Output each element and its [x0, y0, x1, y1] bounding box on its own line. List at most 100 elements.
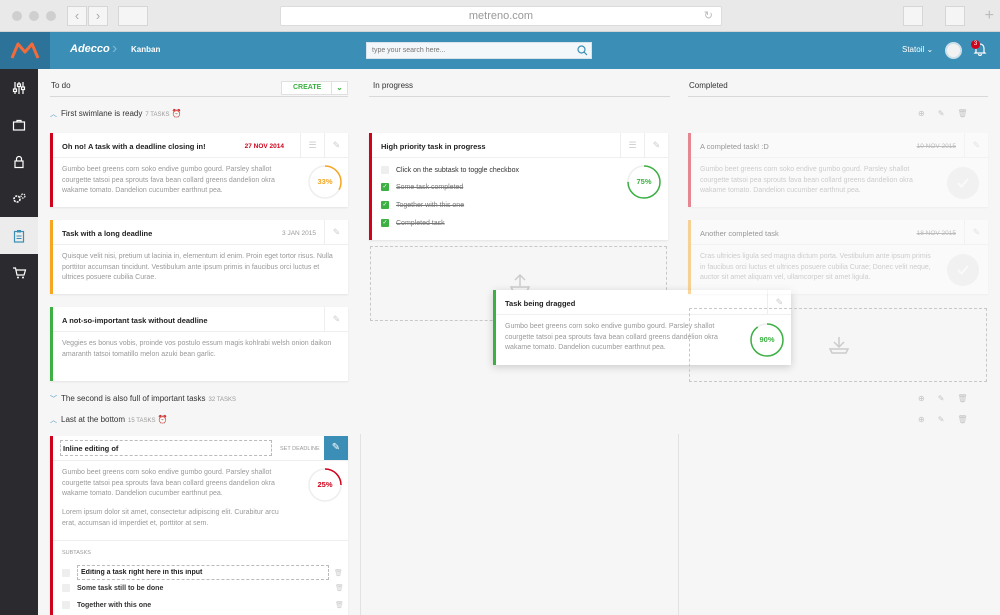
sidebar-item-security[interactable]: [0, 143, 38, 180]
create-button[interactable]: CREATE ⌄: [281, 81, 348, 95]
swimlane-header[interactable]: ﹀ The second is also full of important ta…: [50, 394, 236, 404]
pencil-icon[interactable]: ✎: [324, 220, 348, 244]
subtask-item[interactable]: Click on the subtask to toggle checkbox: [381, 166, 519, 174]
drop-zone[interactable]: [689, 308, 987, 382]
set-deadline-link[interactable]: SET DEADLINE: [280, 446, 320, 452]
divider: [691, 244, 988, 245]
subtask-label: Together with this one: [77, 601, 152, 609]
swimlane-tools: ⊕ ✎ 🗑: [918, 394, 968, 403]
sidebar-item-configuration[interactable]: [0, 180, 38, 217]
chevron-down-icon[interactable]: ﹀: [50, 394, 57, 404]
subtask-item[interactable]: ✓ Some task completed: [381, 183, 463, 191]
trash-icon[interactable]: 🗑: [335, 584, 344, 592]
trash-icon[interactable]: 🗑: [957, 415, 967, 424]
pencil-icon[interactable]: ✎: [644, 133, 668, 157]
column-separator: [678, 434, 679, 615]
subtask-label: Some task still to be done: [77, 584, 164, 592]
subtask-input[interactable]: [77, 565, 329, 580]
task-card[interactable]: Task with a long deadline 3 JAN 2015 ✎ Q…: [50, 220, 348, 294]
account-menu[interactable]: Statoil ⌄: [902, 45, 933, 54]
add-icon[interactable]: ⊕: [918, 394, 925, 403]
kanban-board: To do CREATE ⌄ In progress Completed ︿ Fir…: [38, 69, 1000, 615]
sidebar-item-settings[interactable]: [0, 69, 38, 106]
pencil-icon[interactable]: ✎: [964, 133, 988, 157]
column-divider: [688, 96, 988, 97]
subtask-item[interactable]: ✓ Completed task: [381, 219, 445, 227]
app-logo[interactable]: [0, 32, 50, 69]
checkbox-checked[interactable]: ✓: [381, 201, 389, 209]
pencil-icon[interactable]: ✎: [938, 394, 945, 403]
task-title: A completed task! :D: [700, 142, 769, 151]
search-input[interactable]: [367, 43, 567, 58]
pencil-icon[interactable]: ✎: [938, 109, 945, 118]
subtask-item[interactable]: 🗑: [62, 565, 343, 580]
checkbox[interactable]: [62, 584, 70, 592]
list-icon[interactable]: ☰: [300, 133, 324, 157]
subtask-label: Completed task: [396, 219, 445, 227]
new-tab-icon[interactable]: +: [985, 7, 994, 25]
trash-icon[interactable]: 🗑: [335, 601, 344, 609]
task-card-editing[interactable]: SET DEADLINE ✎ Gumbo beet greens corn so…: [50, 436, 348, 615]
sidebar: [0, 69, 38, 615]
subtask-item[interactable]: Together with this one 🗑: [62, 601, 344, 609]
sidebar-item-shop[interactable]: [0, 254, 38, 291]
avatar[interactable]: [945, 42, 962, 59]
reload-icon[interactable]: ↻: [704, 7, 713, 25]
minimize-window-icon[interactable]: [29, 11, 39, 21]
chevron-down-icon[interactable]: ⌄: [331, 82, 347, 94]
trash-icon[interactable]: 🗑: [957, 394, 967, 403]
task-card[interactable]: High priority task in progress ☰ ✎ Click …: [369, 133, 668, 240]
forward-button[interactable]: ›: [88, 6, 108, 26]
checkbox-checked[interactable]: ✓: [381, 219, 389, 227]
tabs-button[interactable]: [945, 6, 965, 26]
maximize-window-icon[interactable]: [46, 11, 56, 21]
pencil-icon[interactable]: ✎: [938, 415, 945, 424]
subtask-label: Some task completed: [396, 183, 464, 191]
add-icon[interactable]: ⊕: [918, 109, 925, 118]
checkbox[interactable]: [62, 568, 70, 577]
url-text: metreno.com: [468, 10, 534, 22]
subtask-item[interactable]: Some task still to be done 🗑: [62, 584, 344, 592]
task-card-completed[interactable]: Another completed task 18 NOV 2015 ✎ Cra…: [688, 220, 988, 294]
card-actions: ☰ ✎: [620, 133, 668, 157]
task-title: A not-so-important task without deadline: [62, 316, 208, 325]
share-button[interactable]: [903, 6, 923, 26]
chevron-up-icon[interactable]: ︿: [50, 415, 57, 425]
list-icon[interactable]: ☰: [620, 133, 644, 157]
pencil-icon[interactable]: ✎: [964, 220, 988, 244]
task-title: Another completed task: [700, 229, 779, 238]
pencil-icon[interactable]: ✎: [324, 436, 348, 460]
task-card-completed[interactable]: A completed task! :D 10 NOV 2015 ✎ Gumbo…: [688, 133, 988, 207]
gears-icon: [13, 192, 26, 203]
breadcrumb[interactable]: Kanban: [131, 45, 160, 54]
task-title: Task being dragged: [505, 299, 576, 308]
checkbox[interactable]: [62, 601, 70, 609]
trash-icon[interactable]: 🗑: [334, 569, 343, 577]
sidebar-item-kanban[interactable]: [0, 217, 38, 254]
pencil-icon[interactable]: ✎: [324, 307, 348, 331]
swimlane-tools: ⊕ ✎ 🗑: [918, 109, 968, 118]
swimlane-header[interactable]: ︿ Last at the bottom 15 TASKS ⏰: [50, 415, 167, 425]
task-card[interactable]: Oh no! A task with a deadline closing in…: [50, 133, 348, 207]
notification-badge: 3: [971, 40, 980, 49]
swimlane-header[interactable]: ︿ First swimlane is ready 7 TASKS ⏰: [50, 109, 181, 119]
add-icon[interactable]: ⊕: [918, 415, 925, 424]
checkbox-checked[interactable]: ✓: [381, 183, 389, 191]
task-card[interactable]: A not-so-important task without deadline…: [50, 307, 348, 381]
column-divider: [369, 96, 670, 97]
card-actions: ✎: [324, 220, 348, 244]
progress-label: 25%: [317, 480, 333, 489]
sidebar-toggle-button[interactable]: [118, 6, 148, 26]
search-icon[interactable]: [577, 45, 588, 56]
trash-icon[interactable]: 🗑: [957, 109, 967, 118]
sidebar-item-projects[interactable]: [0, 106, 38, 143]
close-window-icon[interactable]: [12, 11, 22, 21]
address-bar[interactable]: metreno.com ↻: [280, 6, 722, 26]
chevron-up-icon[interactable]: ︿: [50, 109, 57, 119]
task-title-input[interactable]: [60, 440, 272, 456]
pencil-icon[interactable]: ✎: [324, 133, 348, 157]
divider: [691, 157, 988, 158]
subtask-item[interactable]: ✓ Together with this one: [381, 201, 464, 209]
back-button[interactable]: ‹: [67, 6, 87, 26]
checkbox[interactable]: [381, 166, 389, 174]
